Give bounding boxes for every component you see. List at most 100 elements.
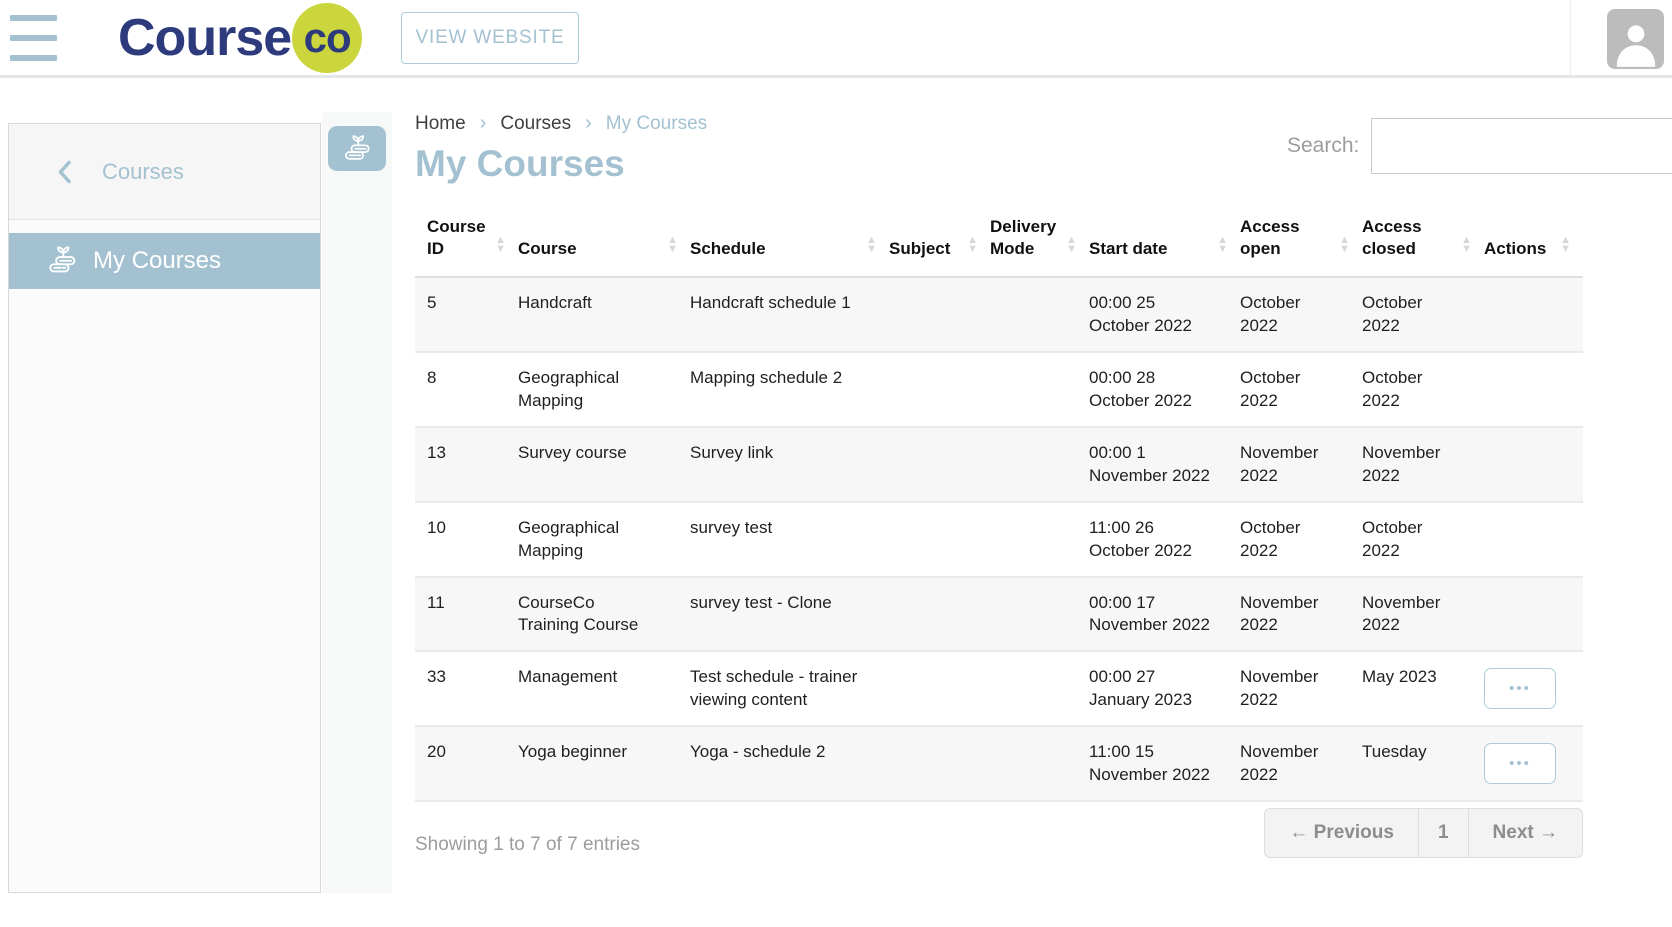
sort-icon: ▲▼	[967, 236, 978, 254]
sort-icon: ▲▼	[1217, 236, 1228, 254]
breadcrumb-current: My Courses	[606, 113, 707, 135]
table-body: 5HandcraftHandcraft schedule 1 00:00 25 O…	[415, 277, 1583, 801]
cell-schedule: Handcraft schedule 1	[690, 277, 889, 352]
previous-page-button[interactable]: ← Previous	[1265, 809, 1419, 857]
courseco-logo: Course co	[118, 0, 362, 75]
my-courses-strip-button[interactable]	[328, 126, 386, 171]
cell-subject	[889, 427, 990, 502]
books-icon	[45, 245, 79, 277]
cell-access-open: October 2022	[1240, 502, 1362, 577]
user-avatar[interactable]	[1607, 9, 1664, 69]
hamburger-menu-icon[interactable]	[10, 15, 57, 61]
sidebar: Courses My Courses	[8, 123, 321, 893]
sort-icon: ▲▼	[495, 236, 506, 254]
breadcrumb: Home › Courses › My Courses	[415, 112, 1583, 135]
cell-access-closed: May 2023	[1362, 651, 1484, 726]
cell-course-id: 5	[415, 277, 518, 352]
cell-schedule: Mapping schedule 2	[690, 352, 889, 427]
sort-icon: ▲▼	[1560, 236, 1571, 254]
column-header-course[interactable]: Course▲▼	[518, 205, 690, 277]
sort-icon: ▲▼	[1339, 236, 1350, 254]
row-actions-button[interactable]: •••	[1484, 743, 1556, 784]
row-actions-button[interactable]: •••	[1484, 668, 1556, 709]
showing-entries-text: Showing 1 to 7 of 7 entries	[415, 834, 640, 856]
cell-schedule: Survey link	[690, 427, 889, 502]
cell-schedule: survey test - Clone	[690, 577, 889, 652]
header-divider	[1570, 0, 1571, 75]
cell-course: Handcraft	[518, 277, 690, 352]
pagination: ← Previous 1 Next →	[1264, 808, 1583, 858]
cell-delivery-mode	[990, 427, 1089, 502]
cell-subject	[889, 277, 990, 352]
view-website-button[interactable]: VIEW WEBSITE	[401, 12, 579, 64]
cell-actions	[1484, 352, 1583, 427]
table-row: 13Survey courseSurvey link 00:00 1 Novemb…	[415, 427, 1583, 502]
column-label: Schedule	[690, 239, 766, 258]
cell-course: Geographical Mapping	[518, 352, 690, 427]
books-icon	[341, 134, 373, 164]
column-header-actions[interactable]: Actions▲▼	[1484, 205, 1583, 277]
chevron-left-icon	[57, 160, 72, 184]
person-icon	[1614, 17, 1658, 69]
sidebar-back-label: Courses	[102, 159, 184, 185]
cell-actions	[1484, 502, 1583, 577]
cell-start-date: 11:00 26 October 2022	[1089, 502, 1240, 577]
sort-icon: ▲▼	[1066, 236, 1077, 254]
sidebar-item-my-courses[interactable]: My Courses	[9, 233, 320, 289]
sort-icon: ▲▼	[866, 236, 877, 254]
cell-actions	[1484, 577, 1583, 652]
main-content: Home › Courses › My Courses My Courses C…	[415, 112, 1583, 858]
cell-start-date: 00:00 28 October 2022	[1089, 352, 1240, 427]
table-row: 33ManagementTest schedule - trainer view…	[415, 651, 1583, 726]
column-label: Access open	[1240, 217, 1300, 258]
cell-schedule: survey test	[690, 502, 889, 577]
cell-start-date: 11:00 15 November 2022	[1089, 726, 1240, 801]
logo-badge-text: co	[304, 14, 351, 62]
cell-access-closed: October 2022	[1362, 277, 1484, 352]
cell-start-date: 00:00 1 November 2022	[1089, 427, 1240, 502]
cell-subject	[889, 352, 990, 427]
cell-access-open: October 2022	[1240, 352, 1362, 427]
ellipsis-icon: •••	[1509, 681, 1531, 696]
column-header-course-id[interactable]: Course ID▲▼	[415, 205, 518, 277]
cell-subject	[889, 502, 990, 577]
cell-course-id: 13	[415, 427, 518, 502]
sidebar-item-label: My Courses	[93, 247, 221, 275]
chevron-right-icon: ›	[480, 112, 487, 135]
cell-schedule: Yoga - schedule 2	[690, 726, 889, 801]
cell-course-id: 20	[415, 726, 518, 801]
cell-access-open: November 2022	[1240, 427, 1362, 502]
cell-access-closed: Tuesday	[1362, 726, 1484, 801]
column-header-delivery-mode[interactable]: Delivery Mode ▲▼	[990, 205, 1089, 277]
cell-delivery-mode	[990, 352, 1089, 427]
cell-course: Management	[518, 651, 690, 726]
cell-actions: •••	[1484, 726, 1583, 801]
column-label: Delivery Mode	[990, 217, 1056, 258]
sidebar-back-courses[interactable]: Courses	[9, 124, 320, 220]
cell-start-date: 00:00 25 October 2022	[1089, 277, 1240, 352]
breadcrumb-home[interactable]: Home	[415, 113, 466, 135]
collapsed-menu-strip	[322, 112, 392, 893]
column-header-start-date[interactable]: Start date▲▼	[1089, 205, 1240, 277]
cell-subject	[889, 651, 990, 726]
breadcrumb-courses[interactable]: Courses	[500, 113, 571, 135]
cell-course: CourseCo Training Course	[518, 577, 690, 652]
cell-course: Geographical Mapping	[518, 502, 690, 577]
cell-delivery-mode	[990, 726, 1089, 801]
cell-access-open: November 2022	[1240, 726, 1362, 801]
sort-icon: ▲▼	[667, 236, 678, 254]
column-header-access-closed[interactable]: Access closed▲▼	[1362, 205, 1484, 277]
page-number-button[interactable]: 1	[1419, 809, 1469, 857]
column-header-subject[interactable]: Subject▲▼	[889, 205, 990, 277]
cell-access-open: November 2022	[1240, 577, 1362, 652]
table-footer: Showing 1 to 7 of 7 entries ← Previous 1…	[415, 808, 1583, 858]
next-page-button[interactable]: Next →	[1469, 809, 1582, 857]
cell-access-open: November 2022	[1240, 651, 1362, 726]
column-header-schedule[interactable]: Schedule ▲▼	[690, 205, 889, 277]
column-header-access-open[interactable]: Access open ▲▼	[1240, 205, 1362, 277]
cell-start-date: 00:00 27 January 2023	[1089, 651, 1240, 726]
ellipsis-icon: •••	[1509, 756, 1531, 771]
cell-access-closed: October 2022	[1362, 352, 1484, 427]
chevron-right-icon: ›	[585, 112, 592, 135]
cell-course: Survey course	[518, 427, 690, 502]
